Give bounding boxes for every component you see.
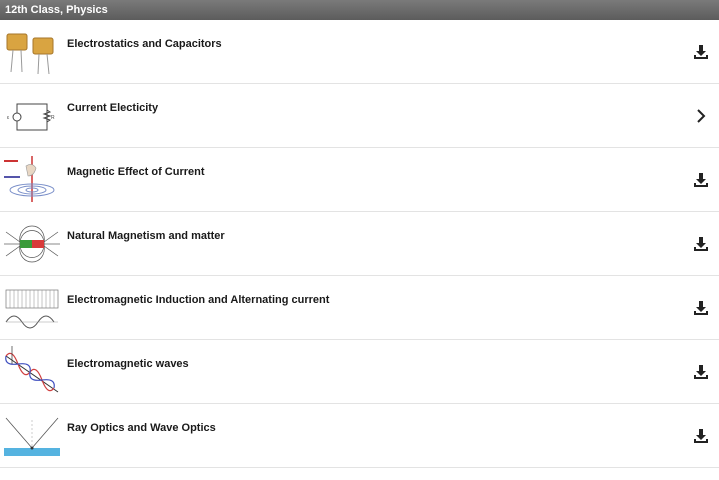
svg-text:ε: ε (7, 115, 10, 121)
header-bar: 12th Class, Physics (0, 0, 719, 20)
bar-magnet-thumbnail-icon (2, 218, 62, 270)
chapter-label: Ray Optics and Wave Optics (67, 422, 216, 434)
chevron-right-icon[interactable] (689, 104, 713, 128)
chapter-label: Electromagnetic Induction and Alternatin… (67, 294, 330, 306)
chapter-row-electrostatics[interactable]: Electrostatics and Capacitors (0, 20, 719, 84)
chapter-row-ray-optics[interactable]: Ray Optics and Wave Optics (0, 404, 719, 468)
chapter-row-em-waves[interactable]: Electromagnetic waves (0, 340, 719, 404)
chapter-label: Electromagnetic waves (67, 358, 189, 370)
page-title: 12th Class, Physics (5, 4, 108, 16)
chapter-list: Electrostatics and Capacitors ε R Curren… (0, 20, 719, 468)
download-icon[interactable] (689, 296, 713, 320)
chapter-label: Natural Magnetism and matter (67, 230, 225, 242)
chapter-label: Current Electicity (67, 102, 159, 114)
em-wave-thumbnail-icon (2, 346, 62, 398)
app-window: 12th Class, Physics Electrostatics and C… (0, 0, 719, 480)
download-icon[interactable] (689, 424, 713, 448)
chapter-row-current-electricity[interactable]: ε R Current Electicity (0, 84, 719, 148)
circuit-thumbnail-icon: ε R (2, 90, 62, 142)
induction-coil-thumbnail-icon (2, 282, 62, 334)
download-icon[interactable] (689, 40, 713, 64)
chapter-label: Magnetic Effect of Current (67, 166, 205, 178)
download-icon[interactable] (689, 360, 713, 384)
svg-text:R: R (51, 115, 55, 121)
optics-thumbnail-icon (2, 410, 62, 462)
chapter-row-natural-magnetism[interactable]: Natural Magnetism and matter (0, 212, 719, 276)
download-icon[interactable] (689, 168, 713, 192)
chapter-label: Electrostatics and Capacitors (67, 38, 222, 50)
chapter-row-magnetic-effect[interactable]: Magnetic Effect of Current (0, 148, 719, 212)
capacitor-thumbnail-icon (2, 26, 62, 78)
magnetic-field-thumbnail-icon (2, 154, 62, 206)
download-icon[interactable] (689, 232, 713, 256)
chapter-row-em-induction[interactable]: Electromagnetic Induction and Alternatin… (0, 276, 719, 340)
